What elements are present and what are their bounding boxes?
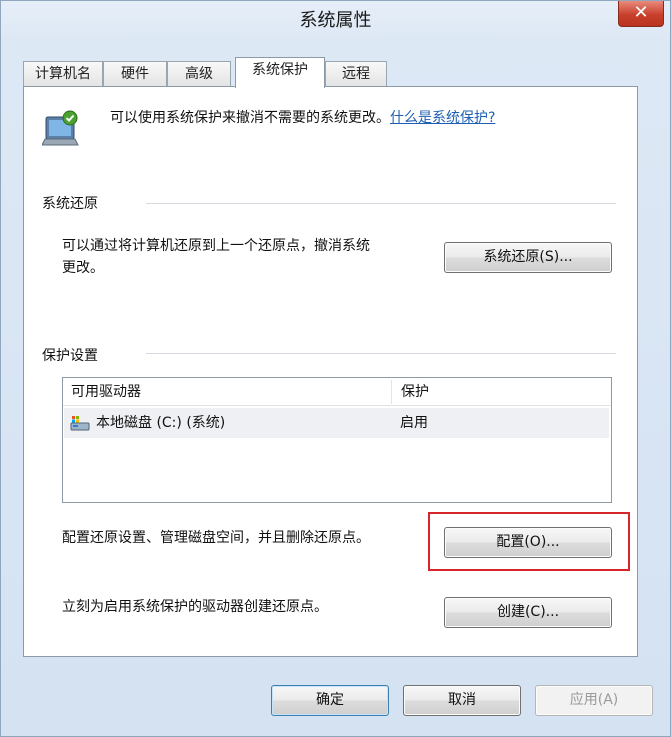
title-bar: 系统属性 xyxy=(1,1,670,45)
section-divider xyxy=(146,203,616,204)
window-title: 系统属性 xyxy=(299,10,372,31)
system-restore-description: 可以通过将计算机还原到上一个还原点，撤消系统 更改。 xyxy=(62,235,370,279)
drive-icon xyxy=(70,416,90,431)
configure-description: 配置还原设置、管理磁盘空间，并且删除还原点。 xyxy=(62,530,370,546)
what-is-system-protection-link[interactable]: 什么是系统保护? xyxy=(390,110,495,126)
system-properties-window: 系统属性 ✕ 计算机名 硬件 高级 系统保护 远程 可以使用系统保护来撤消不需要… xyxy=(0,0,671,737)
tab-label: 硬件 xyxy=(121,66,149,82)
tab-label: 计算机名 xyxy=(35,66,91,82)
apply-button[interactable]: 应用(A) xyxy=(535,685,653,716)
tab-hardware[interactable]: 硬件 xyxy=(103,61,167,87)
cancel-button[interactable]: 取消 xyxy=(403,685,521,716)
description-line: 更改。 xyxy=(62,260,104,276)
intro-row: 可以使用系统保护来撤消不需要的系统更改。什么是系统保护? xyxy=(110,107,495,127)
system-restore-button[interactable]: 系统还原(S)... xyxy=(444,242,612,273)
create-description: 立刻为启用系统保护的驱动器创建还原点。 xyxy=(62,599,328,615)
system-restore-label: 系统还原 xyxy=(42,196,98,212)
table-row[interactable]: 本地磁盘 (C:) (系统) 启用 xyxy=(64,408,609,438)
protection-settings-label: 保护设置 xyxy=(42,348,98,364)
tab-remote[interactable]: 远程 xyxy=(325,61,387,87)
tab-label: 系统保护 xyxy=(252,62,308,78)
tab-label: 高级 xyxy=(185,66,213,82)
create-button[interactable]: 创建(C)... xyxy=(444,597,612,628)
tab-computer-name[interactable]: 计算机名 xyxy=(23,61,103,87)
drive-protection-status: 启用 xyxy=(400,415,428,431)
drive-name: 本地磁盘 (C:) (系统) xyxy=(96,415,226,431)
intro-text: 可以使用系统保护来撤消不需要的系统更改。 xyxy=(110,110,390,126)
close-icon: ✕ xyxy=(633,2,649,23)
system-protection-panel: 可以使用系统保护来撤消不需要的系统更改。什么是系统保护? 系统还原 可以通过将计… xyxy=(23,86,638,657)
tab-advanced[interactable]: 高级 xyxy=(167,61,231,87)
drive-list[interactable]: 可用驱动器 保护 本地磁盘 (C:) (系统) 启用 xyxy=(62,377,612,503)
highlight-box xyxy=(428,512,630,571)
section-divider xyxy=(146,353,616,354)
column-separator[interactable] xyxy=(391,380,392,404)
ok-button[interactable]: 确定 xyxy=(271,685,389,716)
description-line: 可以通过将计算机还原到上一个还原点，撤消系统 xyxy=(62,238,370,254)
close-button[interactable]: ✕ xyxy=(618,1,664,27)
tab-system-protection[interactable]: 系统保护 xyxy=(235,57,325,88)
tab-label: 远程 xyxy=(342,66,370,82)
system-protection-icon xyxy=(42,110,79,146)
column-available-drives[interactable]: 可用驱动器 xyxy=(63,378,391,406)
list-header: 可用驱动器 保护 xyxy=(63,378,611,406)
column-protection[interactable]: 保护 xyxy=(393,378,593,406)
